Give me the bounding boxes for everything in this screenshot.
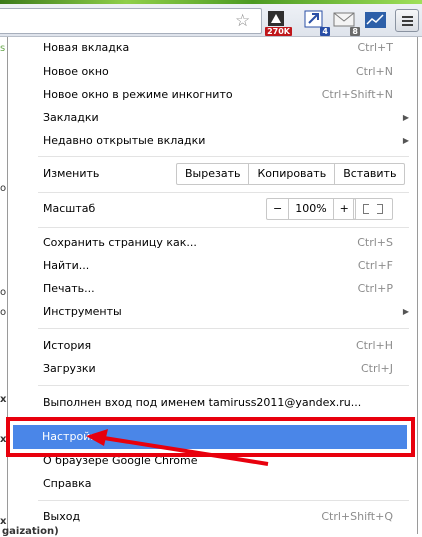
annotation-arrow-icon	[86, 429, 269, 466]
bg-text: gaization)	[2, 526, 59, 537]
